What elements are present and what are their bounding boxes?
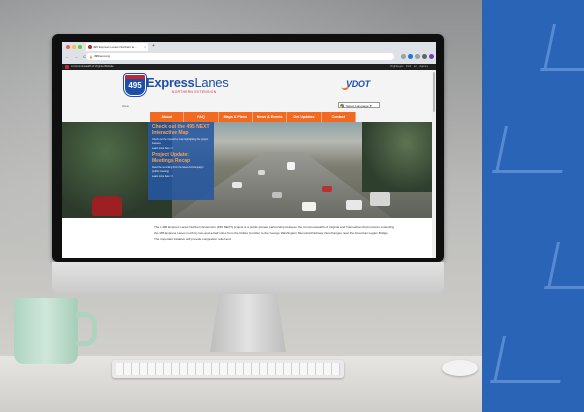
url-text: 495next.org <box>94 54 110 58</box>
scrollbar-thumb[interactable] <box>433 72 435 112</box>
nav-item-about[interactable]: About <box>150 112 185 122</box>
language-select[interactable]: Select Language ▼ <box>338 102 380 108</box>
logo-subtitle: NORTHERN EXTENSION <box>172 90 217 94</box>
traffic-cone-icon <box>495 126 556 173</box>
hero-text-map: Check out the interactive map highlighti… <box>152 138 209 145</box>
close-window-icon[interactable] <box>66 45 70 49</box>
breadcrumb-home[interactable]: Home <box>122 105 129 108</box>
new-tab-button[interactable]: + <box>152 43 155 49</box>
hero-info-box: Check out the 495 NEXT Interactive Map C… <box>148 122 214 200</box>
nav-buttons[interactable]: ← → C <box>65 54 88 59</box>
browser-tab[interactable]: 495 Express Lanes Northern E... × <box>86 43 148 51</box>
minimize-window-icon[interactable] <box>72 45 76 49</box>
google-translate-icon <box>340 104 344 108</box>
monitor-stand <box>210 294 286 352</box>
browser-screen: 495 Express Lanes Northern E... × + ← → … <box>62 42 436 258</box>
favicon-icon <box>88 45 92 49</box>
browser-chrome: 495 Express Lanes Northern E... × + ← → … <box>62 42 436 64</box>
hero-link-meetings[interactable]: Learn more here >> <box>152 175 210 178</box>
coffee-mug <box>14 298 97 364</box>
star-icon[interactable] <box>401 54 406 59</box>
maximize-window-icon[interactable] <box>78 45 82 49</box>
language-label: Select Language ▼ <box>346 104 373 108</box>
extension-icon[interactable] <box>415 54 420 59</box>
intro-paragraph: The I-495 Express Lanes Northern Extensi… <box>154 225 395 242</box>
lock-icon: 🔒 <box>89 55 93 59</box>
tab-title: 495 Express Lanes Northern E... <box>93 45 137 49</box>
nav-item-get-updates[interactable]: Get Updates <box>287 112 322 122</box>
interstate-shield-logo[interactable]: 495 <box>124 74 146 96</box>
profile-avatar[interactable] <box>429 54 434 59</box>
main-nav: About FAQ Maps & Plans News & Events Get… <box>150 112 356 122</box>
nav-item-faq[interactable]: FAQ <box>184 112 219 122</box>
nav-item-maps-plans[interactable]: Maps & Plans <box>219 112 253 122</box>
site-logo[interactable]: ExpressLanes <box>146 75 229 90</box>
keyboard <box>112 360 344 378</box>
hero-link-map[interactable]: Learn more here >> <box>152 147 210 150</box>
address-bar[interactable]: 🔒 495next.org <box>86 53 394 60</box>
nav-item-contact[interactable]: Contact <box>322 112 356 122</box>
hero-text-meetings: Read the recording from the latest Ad-Ca… <box>152 166 204 173</box>
extension-icon[interactable] <box>422 54 427 59</box>
site-header: 495 ExpressLanes NORTHERN EXTENSION VDOT… <box>62 70 436 112</box>
vdot-logo[interactable]: VDOT <box>346 79 370 89</box>
extension-icon[interactable] <box>408 54 413 59</box>
virginia-flag-icon <box>65 65 69 69</box>
monitor-chin <box>52 262 444 294</box>
tab-close-icon[interactable]: × <box>144 43 146 51</box>
hero-image: Check out the 495 NEXT Interactive Map C… <box>62 122 436 218</box>
photo-scene: 495 Express Lanes Northern E... × + ← → … <box>0 0 584 412</box>
nav-item-news-events[interactable]: News & Events <box>253 112 288 122</box>
hero-title-map[interactable]: Check out the 495 NEXT Interactive Map <box>152 124 210 136</box>
extension-icons <box>399 53 435 60</box>
hero-title-meetings[interactable]: Project Update: Meetings Recap <box>152 152 210 164</box>
mouse <box>442 360 478 376</box>
shield-number: 495 <box>128 81 142 90</box>
traffic-cone-icon <box>493 336 554 383</box>
